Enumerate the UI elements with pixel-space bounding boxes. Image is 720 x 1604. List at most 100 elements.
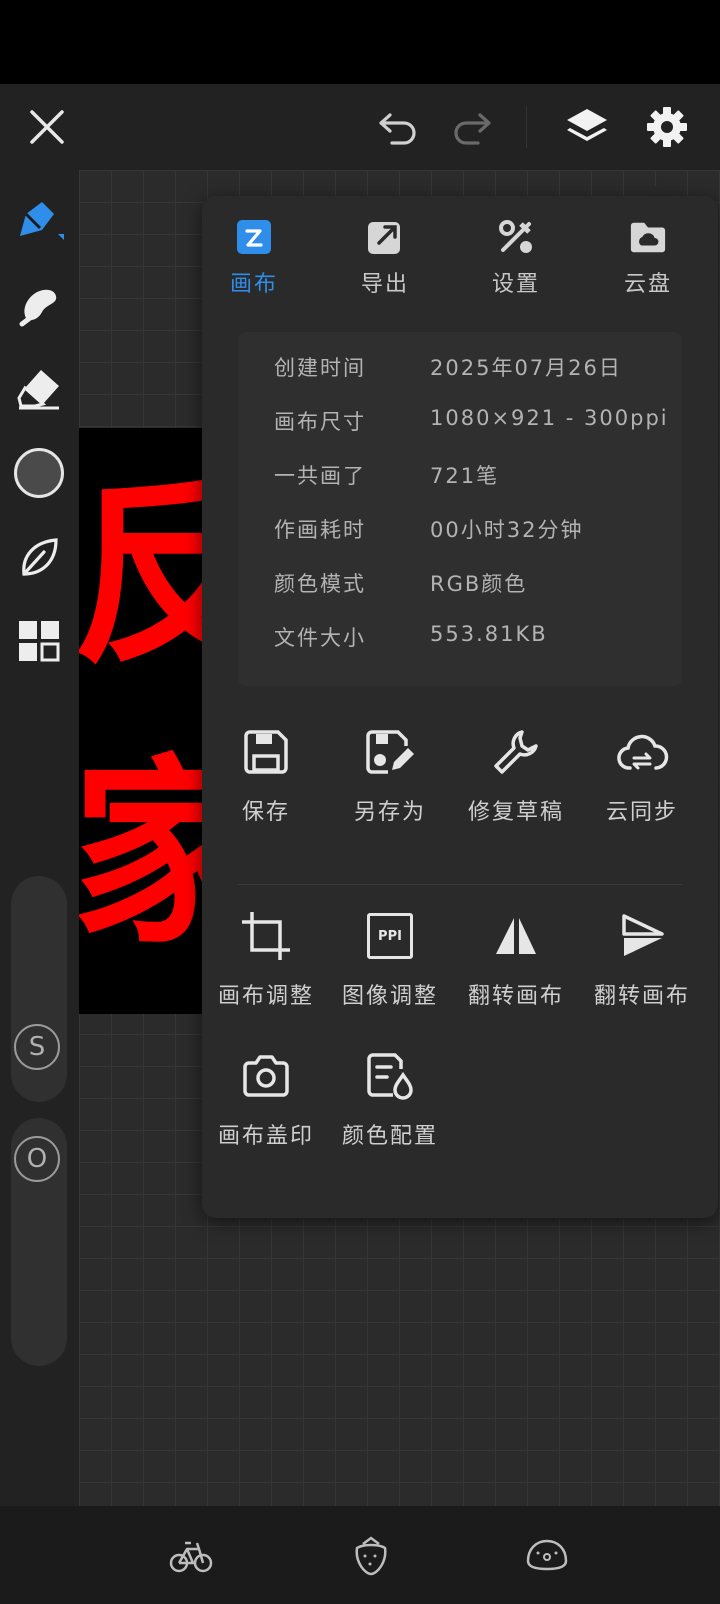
info-row: 文件大小 553.81KB [274,622,674,662]
info-key: 一共画了 [274,464,366,488]
grid-icon [19,621,60,662]
ppi-icon-text: PPI [378,928,402,944]
cookie-button[interactable] [522,1530,572,1580]
layers-button[interactable] [560,100,614,154]
save-button[interactable]: 保存 [202,724,330,826]
save-as-label: 另存为 [353,800,426,825]
info-value: 721笔 [430,464,500,488]
info-row: 画布尺寸 1080×921 - 300ppi [274,406,674,446]
strawberry-button[interactable] [346,1530,396,1580]
export-icon [366,218,404,256]
size-slider[interactable]: S [11,876,67,1102]
flip-vertical-icon [622,914,664,956]
info-row: 一共画了 721笔 [274,460,674,500]
info-key: 颜色模式 [274,572,366,596]
crop-icon [242,912,290,960]
flip-horizontal-label: 翻转画布 [467,984,564,1009]
bottom-bar [0,1506,720,1604]
save-icon [244,730,288,774]
redo-icon [454,113,491,145]
tab-export[interactable]: 导出 [335,218,435,298]
info-row: 作画耗时 00小时32分钟 [274,514,674,554]
repair-draft-label: 修复草稿 [467,800,564,825]
color-swatch[interactable] [12,446,66,500]
panel-divider [238,884,682,885]
flip-vertical-label: 翻转画布 [593,984,690,1009]
cloud-sync-button[interactable]: 云同步 [578,724,706,826]
tab-cloud-drive-label: 云盘 [623,272,672,297]
tools-icon [497,218,535,256]
flip-vertical-button[interactable]: 翻转画布 [578,908,706,1010]
artwork[interactable]: 反家 [79,428,204,1014]
opacity-slider-knob[interactable]: O [14,1136,60,1182]
undo-button[interactable] [372,102,424,152]
smudge-icon [19,289,57,327]
info-key: 创建时间 [274,356,366,380]
canvas-menu-panel: 画布 导出 设置 云盘 创建时间 2025年07月26日 画布尺寸 1080×9… [202,196,718,1218]
toolbar-divider [526,106,527,148]
tab-settings[interactable]: 设置 [466,218,566,298]
color-config-icon [367,1053,413,1100]
close-icon [30,110,64,144]
settings-button[interactable] [640,100,694,154]
ppi-icon: PPI [367,913,413,959]
smudge-tool[interactable] [12,278,66,332]
artwork-text: 反家 [79,456,204,971]
pen-icon [20,202,64,240]
bicycle-button[interactable] [166,1530,216,1580]
close-button[interactable] [22,102,72,152]
repair-draft-button[interactable]: 修复草稿 [452,724,580,826]
cloud-sync-label: 云同步 [605,800,678,825]
info-row: 创建时间 2025年07月26日 [274,352,674,392]
canvas-adjust-button[interactable]: 画布调整 [202,908,330,1010]
color-circle [14,448,64,498]
wrench-icon [494,730,538,774]
info-value: 553.81KB [430,622,548,646]
leaf-icon [22,538,58,576]
cloud-sync-icon [617,734,669,770]
info-value: 00小时32分钟 [430,518,584,542]
tab-cloud-drive[interactable]: 云盘 [598,218,698,298]
info-value: 2025年07月26日 [430,356,622,380]
size-slider-knob[interactable]: S [14,1024,60,1070]
layers-icon [567,109,607,141]
info-row: 颜色模式 RGB颜色 [274,568,674,608]
eraser-icon [17,370,59,410]
strawberry-icon [355,1536,387,1576]
canvas-info-box: 创建时间 2025年07月26日 画布尺寸 1080×921 - 300ppi … [238,332,682,686]
canvas-icon [235,218,273,256]
grid-tool[interactable] [12,614,66,668]
eraser-tool[interactable] [12,362,66,416]
camera-icon [243,1055,289,1097]
save-as-button[interactable]: 另存为 [326,724,454,826]
tab-export-label: 导出 [360,272,409,297]
opacity-slider[interactable]: O [11,1118,67,1366]
save-as-icon [366,730,414,774]
status-bar [0,0,720,84]
info-key: 作画耗时 [274,518,366,542]
info-key: 画布尺寸 [274,410,366,434]
image-adjust-label: 图像调整 [341,984,438,1009]
gear-icon [647,107,687,147]
save-label: 保存 [241,800,290,825]
panel-pointer [648,180,672,196]
leaf-tool[interactable] [12,530,66,584]
undo-icon [379,113,416,145]
color-config-label: 颜色配置 [341,1124,438,1149]
tab-canvas[interactable]: 画布 [204,218,304,298]
flip-horizontal-icon [496,918,536,954]
tab-canvas-label: 画布 [229,272,278,297]
brush-tool[interactable] [12,194,66,248]
opacity-slider-label: O [26,1144,48,1174]
flip-horizontal-button[interactable]: 翻转画布 [452,908,580,1010]
canvas-stamp-label: 画布盖印 [217,1124,314,1149]
tab-settings-label: 设置 [491,272,540,297]
canvas-adjust-label: 画布调整 [217,984,314,1009]
info-value: RGB颜色 [430,572,528,596]
color-config-button[interactable]: 颜色配置 [326,1048,454,1150]
canvas-stamp-button[interactable]: 画布盖印 [202,1048,330,1150]
size-slider-label: S [28,1032,46,1062]
left-toolbar: S O [0,170,79,1506]
image-adjust-button[interactable]: PPI 图像调整 [326,908,454,1010]
redo-button[interactable] [446,102,498,152]
